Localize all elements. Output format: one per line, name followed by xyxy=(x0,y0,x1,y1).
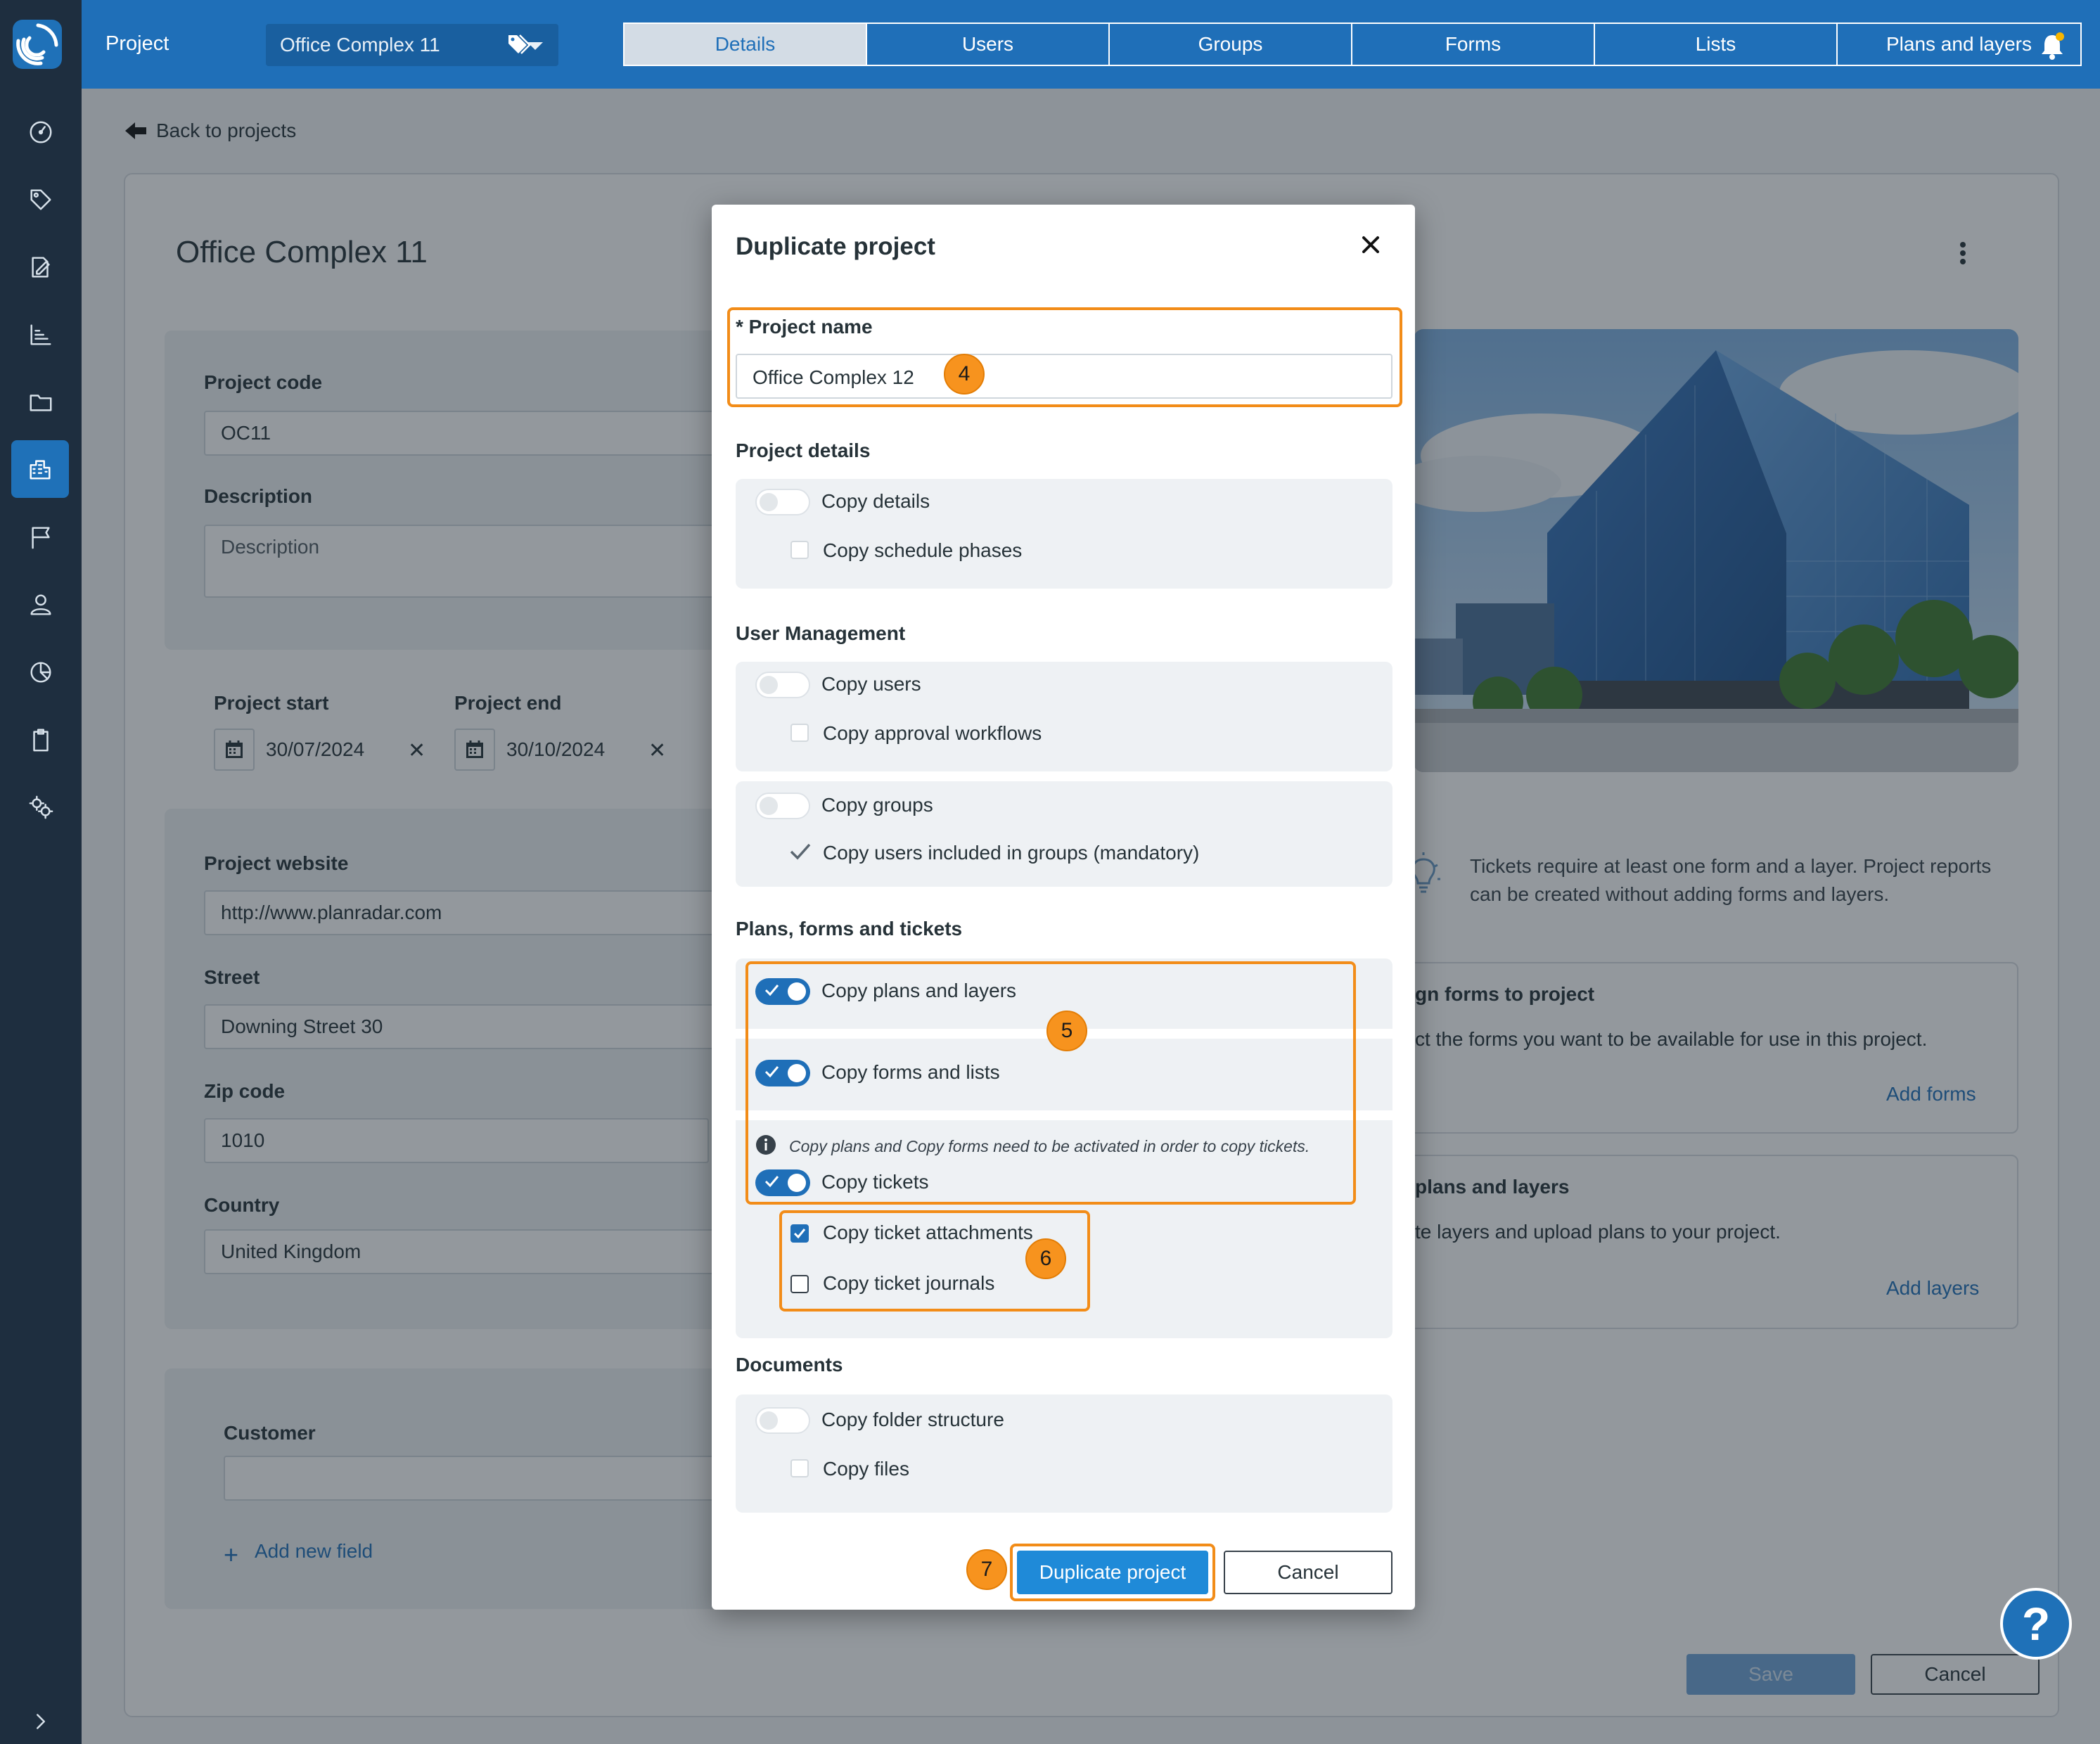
tag-icon[interactable] xyxy=(20,179,62,221)
step-marker-6: 6 xyxy=(1025,1238,1066,1279)
copy-schedule-checkbox[interactable] xyxy=(790,541,809,559)
project-tabs: Details Users Groups Forms Lists Plans a… xyxy=(623,23,2082,66)
tab-users[interactable]: Users xyxy=(867,24,1110,65)
step-marker-5: 5 xyxy=(1046,1011,1087,1051)
user-icon[interactable] xyxy=(20,584,62,626)
tab-details[interactable]: Details xyxy=(625,24,867,65)
dialog-title: Duplicate project xyxy=(736,233,935,260)
clipboard-icon[interactable] xyxy=(20,719,62,761)
step-marker-4: 4 xyxy=(944,354,985,395)
duplicate-project-dialog: Duplicate project * Project name Office … xyxy=(712,205,1415,1610)
copy-plans-toggle[interactable] xyxy=(755,978,810,1005)
copy-attachments-label: Copy ticket attachments xyxy=(823,1222,1033,1243)
copy-forms-toggle[interactable] xyxy=(755,1060,810,1086)
copy-groups-label: Copy groups xyxy=(821,794,933,816)
top-navigation: Project Office Complex 11 Details Users … xyxy=(82,0,2100,89)
copy-users-groups-label: Copy users included in groups (mandatory… xyxy=(823,842,1200,864)
statistics-icon[interactable] xyxy=(20,651,62,693)
project-name-label: * Project name xyxy=(736,316,873,338)
tab-groups[interactable]: Groups xyxy=(1110,24,1352,65)
section-plans-forms-tickets: Plans, forms and tickets xyxy=(736,918,963,940)
help-button[interactable]: ? xyxy=(2000,1588,2072,1660)
project-name-input[interactable]: Office Complex 12 xyxy=(736,354,1392,399)
copy-approval-label: Copy approval workflows xyxy=(823,722,1042,744)
planradar-logo[interactable] xyxy=(13,20,62,69)
chart-icon[interactable] xyxy=(20,314,62,356)
copy-attachments-checkbox[interactable] xyxy=(790,1224,809,1243)
checkmark-icon xyxy=(789,842,812,861)
info-icon xyxy=(755,1134,776,1155)
dashboard-icon[interactable] xyxy=(20,111,62,153)
copy-journals-checkbox[interactable] xyxy=(790,1275,809,1293)
copy-files-checkbox[interactable] xyxy=(790,1459,809,1477)
copy-forms-label: Copy forms and lists xyxy=(821,1061,1000,1083)
copy-folders-toggle[interactable] xyxy=(755,1407,810,1434)
copy-journals-label: Copy ticket journals xyxy=(823,1272,995,1294)
copy-approval-checkbox[interactable] xyxy=(790,724,809,742)
copy-schedule-label: Copy schedule phases xyxy=(823,539,1023,561)
copy-users-label: Copy users xyxy=(821,673,921,695)
copy-users-toggle[interactable] xyxy=(755,672,810,698)
section-user-management: User Management xyxy=(736,622,906,644)
notification-bell-icon[interactable] xyxy=(2038,31,2066,62)
sidebar xyxy=(0,0,82,1744)
copy-tickets-label: Copy tickets xyxy=(821,1171,929,1193)
tab-forms[interactable]: Forms xyxy=(1352,24,1595,65)
project-selector-value: Office Complex 11 xyxy=(280,34,440,56)
dialog-cancel-button[interactable]: Cancel xyxy=(1224,1551,1392,1594)
copy-files-label: Copy files xyxy=(823,1458,909,1480)
folder-icon[interactable] xyxy=(20,381,62,423)
copy-details-toggle[interactable] xyxy=(755,489,810,515)
settings-icon[interactable] xyxy=(20,786,62,828)
copy-groups-toggle[interactable] xyxy=(755,793,810,819)
flag-icon[interactable] xyxy=(20,516,62,558)
step-marker-7: 7 xyxy=(966,1549,1007,1590)
copy-plans-label: Copy plans and layers xyxy=(821,980,1017,1001)
help-question-icon: ? xyxy=(2021,1598,2051,1650)
projects-icon[interactable] xyxy=(11,440,69,498)
close-icon[interactable] xyxy=(1359,233,1383,257)
copy-tickets-toggle[interactable] xyxy=(755,1169,810,1196)
copy-details-label: Copy details xyxy=(821,490,930,512)
tab-lists[interactable]: Lists xyxy=(1595,24,1838,65)
section-documents: Documents xyxy=(736,1354,843,1376)
tags-icon[interactable] xyxy=(506,32,532,58)
report-edit-icon[interactable] xyxy=(20,246,62,288)
project-label: Project xyxy=(105,32,169,55)
expand-sidebar-icon[interactable] xyxy=(20,1700,62,1743)
duplicate-project-button[interactable]: Duplicate project xyxy=(1017,1551,1208,1594)
section-project-details: Project details xyxy=(736,440,871,461)
copy-folders-label: Copy folder structure xyxy=(821,1409,1004,1430)
tickets-note: Copy plans and Copy forms need to be act… xyxy=(789,1137,1310,1155)
